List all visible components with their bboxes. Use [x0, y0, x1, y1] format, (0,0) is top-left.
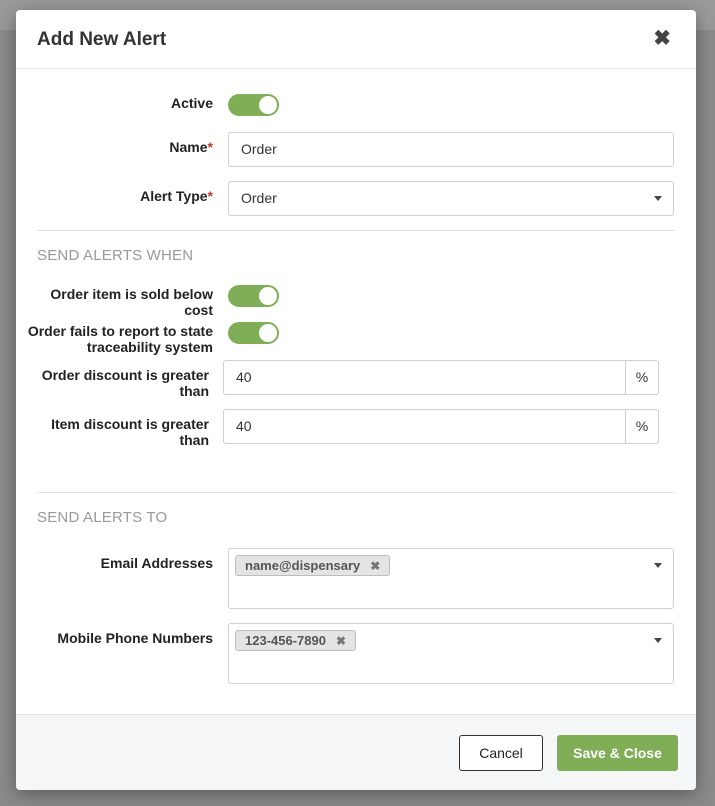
alert-type-label-text: Alert Type — [140, 188, 208, 204]
order-discount-label: Order discount is greater than — [16, 367, 209, 399]
name-label-text: Name — [169, 139, 208, 155]
send-alerts-to-heading: SEND ALERTS TO — [37, 509, 168, 526]
chevron-down-icon[interactable] — [654, 638, 662, 643]
email-addresses-label: Email Addresses — [100, 555, 213, 571]
divider — [37, 230, 675, 231]
order-discount-input[interactable]: 40 — [223, 360, 626, 395]
order-discount-label-line2: than — [179, 383, 209, 399]
item-discount-input[interactable]: 40 — [223, 409, 626, 444]
active-label-text: Active — [170, 95, 213, 111]
toggle-knob — [259, 324, 277, 342]
close-icon[interactable]: ✖ — [653, 28, 671, 49]
name-label: Name* — [16, 139, 213, 155]
sold-below-cost-label-line2: cost — [184, 302, 213, 318]
fails-report-label-line1: Order fails to report to state — [27, 323, 213, 339]
email-tag-text: name@dispensary — [245, 558, 361, 573]
order-discount-percent-addon: % — [626, 360, 659, 395]
remove-tag-icon[interactable]: ✖ — [370, 559, 380, 573]
fails-report-label-line2: traceability system — [86, 339, 213, 355]
required-mark: * — [207, 188, 213, 204]
required-mark: * — [207, 139, 213, 155]
save-close-button[interactable]: Save & Close — [557, 735, 678, 771]
alert-type-value: Order — [241, 190, 277, 206]
active-toggle[interactable] — [228, 94, 279, 116]
chevron-down-icon[interactable] — [654, 563, 662, 568]
item-discount-percent-addon: % — [626, 409, 659, 444]
mobile-phone-label: Mobile Phone Numbers — [57, 630, 213, 646]
fails-report-toggle[interactable] — [228, 322, 279, 344]
toggle-knob — [259, 96, 277, 114]
toggle-knob — [259, 287, 277, 305]
chevron-down-icon — [654, 196, 662, 201]
modal-footer: Cancel Save & Close — [16, 714, 696, 790]
item-discount-label-line1: Item discount is greater — [51, 416, 209, 432]
cancel-button[interactable]: Cancel — [459, 735, 543, 771]
sold-below-cost-label: Order item is sold below cost — [16, 286, 213, 318]
item-discount-label: Item discount is greater than — [16, 416, 209, 448]
phone-tag: 123-456-7890 ✖ — [235, 630, 357, 651]
sold-below-cost-toggle[interactable] — [228, 285, 279, 307]
email-tag: name@dispensary ✖ — [235, 555, 391, 576]
phone-tag-text: 123-456-7890 — [245, 633, 326, 648]
fails-report-label: Order fails to report to state traceabil… — [16, 323, 213, 355]
send-alerts-when-heading: SEND ALERTS WHEN — [37, 247, 194, 264]
mobile-phone-tagbox[interactable]: 123-456-7890 ✖ — [228, 623, 674, 684]
email-addresses-tagbox[interactable]: name@dispensary ✖ — [228, 548, 674, 609]
item-discount-label-line2: than — [179, 432, 209, 448]
modal-header: Add New Alert ✖ — [16, 10, 696, 69]
modal-title: Add New Alert — [37, 29, 167, 50]
remove-tag-icon[interactable]: ✖ — [336, 634, 346, 648]
alert-type-label: Alert Type* — [16, 188, 213, 204]
sold-below-cost-label-line1: Order item is sold below — [50, 286, 213, 302]
divider — [37, 492, 675, 493]
active-label: Active — [16, 95, 213, 111]
order-discount-label-line1: Order discount is greater — [41, 367, 209, 383]
name-input[interactable]: Order — [228, 132, 674, 167]
add-alert-modal: Add New Alert ✖ Active Name* Order Alert… — [16, 10, 696, 790]
alert-type-select[interactable]: Order — [228, 181, 674, 216]
